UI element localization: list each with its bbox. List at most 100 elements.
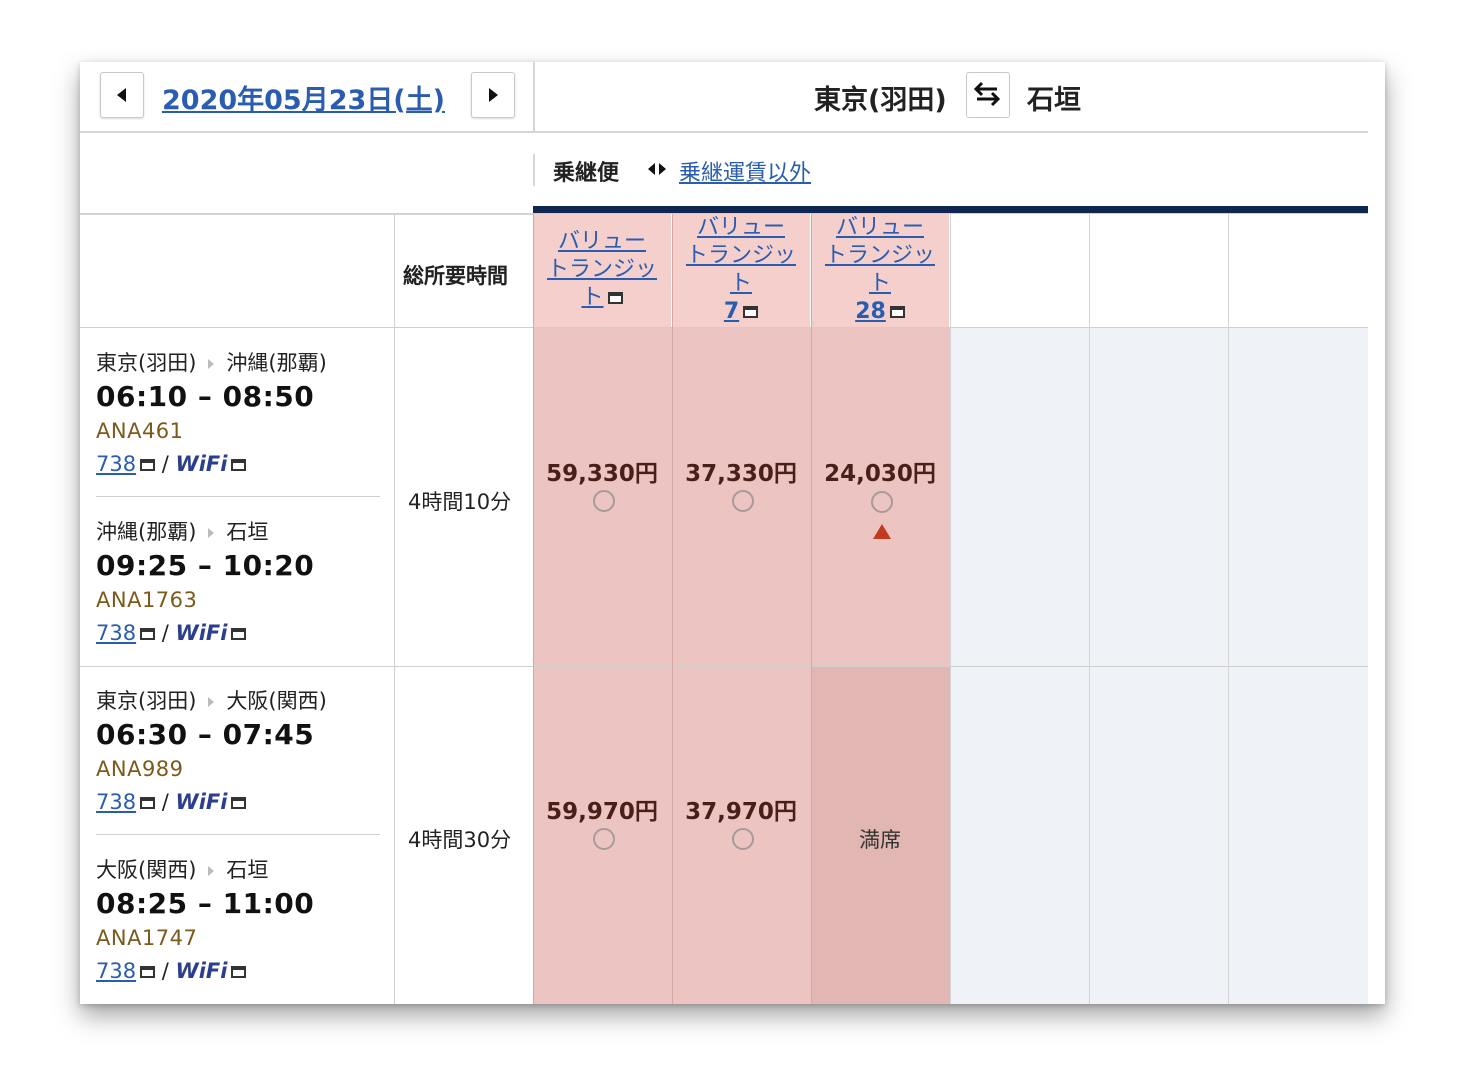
window-icon: [231, 459, 247, 471]
window-icon: [140, 628, 156, 640]
leg-time: 06:30 – 07:45: [96, 718, 315, 751]
route-arrow-icon: [208, 359, 215, 369]
fare-name-line-2[interactable]: トランジッ: [672, 242, 810, 270]
fare-name-line-1[interactable]: バリュー: [672, 214, 810, 242]
previous-day-button[interactable]: [100, 72, 144, 118]
window-icon: [140, 459, 156, 471]
window-icon: [607, 292, 623, 304]
route-arrow-icon: [208, 528, 215, 538]
fare-price[interactable]: 37,330円: [672, 454, 810, 488]
window-icon: [743, 306, 759, 318]
warning-triangle-icon: [873, 524, 891, 539]
fare-name-line-4[interactable]: 7: [672, 298, 810, 326]
toggle-arrows-icon: [648, 163, 666, 175]
fare-price[interactable]: 24,030円: [811, 454, 949, 488]
fare-price[interactable]: 37,970円: [672, 792, 810, 826]
aircraft-link[interactable]: 738: [96, 621, 136, 645]
leg-destination: 石垣: [226, 520, 269, 544]
duration-column-header: 総所要時間: [403, 264, 508, 288]
fare-name-line-3-text[interactable]: ト: [581, 285, 603, 310]
fare-select-radio[interactable]: [871, 491, 893, 513]
fare-name-number[interactable]: 7: [724, 299, 739, 324]
tab-non-connecting-fares[interactable]: 乗継運賃以外: [679, 155, 811, 187]
leg-divider: [96, 496, 380, 497]
flight-number: ANA989: [96, 757, 184, 781]
wifi-icon[interactable]: WiFi: [176, 790, 228, 814]
fare-name-line-3[interactable]: ト: [811, 270, 949, 298]
leg-route: 東京(羽田) 大阪(関西): [96, 685, 327, 715]
origin-airport: 東京(羽田): [814, 85, 947, 116]
fare-select-radio[interactable]: [593, 490, 615, 512]
column-divider: [533, 214, 534, 1004]
leg-route: 沖縄(那覇) 石垣: [96, 516, 268, 546]
leg-divider: [96, 834, 380, 835]
row-divider: [80, 666, 1368, 667]
leg-route: 東京(羽田) 沖縄(那覇): [96, 347, 327, 377]
fare-name-line-3[interactable]: ト: [533, 284, 671, 312]
equipment-info: 738 / WiFi: [96, 452, 247, 476]
leg-destination: 大阪(関西): [226, 689, 327, 713]
total-duration: 4時間30分: [408, 828, 512, 852]
leg-destination: 石垣: [226, 858, 269, 882]
flight-number: ANA1763: [96, 588, 198, 612]
wifi-icon[interactable]: WiFi: [176, 452, 228, 476]
fare-name-line-2[interactable]: トランジッ: [811, 242, 949, 270]
aircraft-link[interactable]: 738: [96, 452, 136, 476]
fare-select-radio[interactable]: [593, 828, 615, 850]
header-divider: [533, 62, 535, 132]
leg-origin: 東京(羽田): [96, 351, 197, 375]
leg-origin: 沖縄(那覇): [96, 520, 197, 544]
fare-search-panel: 2020年05月23日(土) 東京(羽田) 石垣 乗継便 乗継運賃以外 バリュー…: [80, 62, 1385, 1004]
table-header-top: [80, 213, 1368, 214]
column-divider: [1089, 214, 1090, 1004]
equipment-info: 738 / WiFi: [96, 621, 247, 645]
equipment-info: 738 / WiFi: [96, 790, 247, 814]
equipment-info: 738 / WiFi: [96, 959, 247, 983]
leg-time: 06:10 – 08:50: [96, 380, 315, 413]
column-divider: [950, 214, 951, 1004]
swap-arrows-icon: [973, 81, 1001, 107]
fare-header-value-transit-7[interactable]: バリュー トランジッ ト 7: [672, 214, 810, 328]
fare-name-line-1[interactable]: バリュー: [533, 228, 671, 256]
chevron-left-icon: [117, 88, 126, 102]
swap-route-button[interactable]: [966, 72, 1010, 118]
aircraft-link[interactable]: 738: [96, 790, 136, 814]
date-selector-link[interactable]: 2020年05月23日(土): [162, 78, 445, 117]
fare-price[interactable]: 59,970円: [533, 792, 671, 826]
tab-connecting-flights[interactable]: 乗継便: [553, 155, 619, 187]
window-icon: [140, 966, 156, 978]
flight-number: ANA461: [96, 419, 184, 443]
header-row-border: [80, 327, 1368, 328]
leg-time: 09:25 – 10:20: [96, 549, 315, 582]
aircraft-link[interactable]: 738: [96, 959, 136, 983]
chevron-right-icon: [489, 88, 498, 102]
fare-name-line-4[interactable]: 28: [811, 298, 949, 326]
fare-select-radio[interactable]: [732, 828, 754, 850]
flight-number: ANA1747: [96, 926, 198, 950]
fare-select-radio[interactable]: [732, 490, 754, 512]
fare-name-number[interactable]: 28: [855, 299, 886, 324]
route-arrow-icon: [208, 866, 215, 876]
window-icon: [231, 966, 247, 978]
tab-divider: [533, 154, 535, 186]
fare-name-line-2[interactable]: トランジッ: [533, 256, 671, 284]
window-icon: [231, 628, 247, 640]
fare-header-value-transit-28[interactable]: バリュー トランジッ ト 28: [811, 214, 949, 328]
leg-route: 大阪(関西) 石垣: [96, 854, 268, 884]
column-divider: [394, 214, 395, 1004]
leg-origin: 大阪(関西): [96, 858, 197, 882]
fare-header-value-transit[interactable]: バリュー トランジッ ト: [533, 214, 671, 328]
column-divider: [811, 214, 812, 1004]
fare-name-line-1[interactable]: バリュー: [811, 214, 949, 242]
next-day-button[interactable]: [471, 72, 515, 118]
fare-price[interactable]: 59,330円: [533, 454, 671, 488]
wifi-icon[interactable]: WiFi: [176, 621, 228, 645]
column-divider: [1228, 214, 1229, 1004]
header-bottom-border: [80, 131, 1368, 133]
destination-airport: 石垣: [1027, 85, 1081, 116]
leg-destination: 沖縄(那覇): [226, 351, 327, 375]
window-icon: [231, 797, 247, 809]
fare-name-line-3[interactable]: ト: [672, 270, 810, 298]
leg-origin: 東京(羽田): [96, 689, 197, 713]
wifi-icon[interactable]: WiFi: [176, 959, 228, 983]
